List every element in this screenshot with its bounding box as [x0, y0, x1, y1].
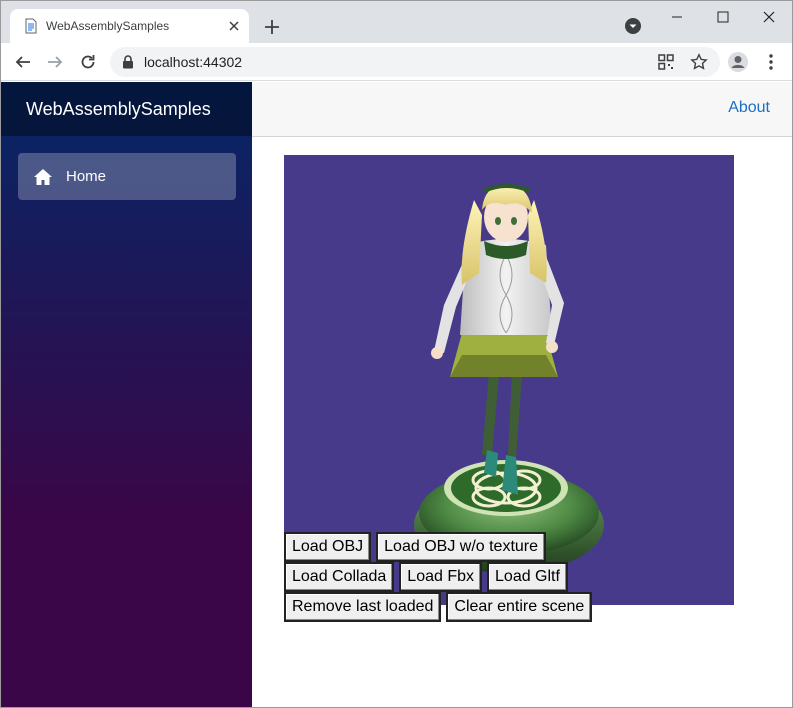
qr-code-icon[interactable] [657, 53, 675, 71]
remove-last-loaded-button[interactable]: Remove last loaded [284, 592, 442, 622]
lock-icon [122, 55, 134, 69]
brand-bar: WebAssemblySamples [1, 82, 252, 136]
browser-window: WebAssemblySamples localhost:44302 WebAs… [0, 0, 793, 708]
address-bar[interactable]: localhost:44302 [110, 47, 720, 77]
button-row-1: Load OBJ Load OBJ w/o texture [284, 532, 547, 562]
profile-avatar-icon[interactable] [727, 51, 749, 73]
new-tab-icon[interactable] [261, 16, 283, 38]
browser-toolbar: localhost:44302 [1, 43, 792, 81]
url-text: localhost:44302 [144, 54, 243, 70]
browser-tab[interactable]: WebAssemblySamples [10, 9, 249, 43]
back-icon[interactable] [11, 50, 35, 74]
main-area: About Load OBJ Load OBJ w/o texture Load… [252, 82, 792, 707]
tab-title: WebAssemblySamples [46, 19, 170, 33]
load-obj-button[interactable]: Load OBJ [284, 532, 372, 562]
tab-close-icon[interactable] [225, 17, 243, 35]
load-gltf-button[interactable]: Load Gltf [487, 562, 568, 592]
sidebar-item-home[interactable]: Home [18, 153, 236, 200]
page-content: WebAssemblySamples Home About Load OBJ L… [1, 82, 792, 707]
tab-search-icon[interactable] [624, 17, 642, 35]
maximize-icon[interactable] [700, 1, 746, 33]
window-close-icon[interactable] [746, 1, 792, 33]
about-link[interactable]: About [728, 99, 770, 117]
reload-icon[interactable] [76, 50, 100, 74]
tab-strip: WebAssemblySamples [1, 1, 792, 43]
page-favicon-icon [23, 18, 39, 34]
top-row: About [252, 82, 792, 137]
clear-entire-scene-button[interactable]: Clear entire scene [446, 592, 593, 622]
app-brand[interactable]: WebAssemblySamples [26, 99, 211, 120]
home-icon [33, 168, 53, 186]
load-fbx-button[interactable]: Load Fbx [399, 562, 483, 592]
button-row-2: Load Collada Load Fbx Load Gltf [284, 562, 568, 592]
forward-icon[interactable] [43, 50, 67, 74]
bookmark-star-icon[interactable] [690, 53, 708, 71]
load-obj-no-texture-button[interactable]: Load OBJ w/o texture [376, 532, 547, 562]
button-row-3: Remove last loaded Clear entire scene [284, 592, 593, 622]
minimize-icon[interactable] [654, 1, 700, 33]
sidebar-item-label: Home [66, 168, 107, 185]
browser-menu-icon[interactable] [760, 51, 782, 73]
sidebar: WebAssemblySamples Home [1, 82, 252, 707]
load-collada-button[interactable]: Load Collada [284, 562, 395, 592]
